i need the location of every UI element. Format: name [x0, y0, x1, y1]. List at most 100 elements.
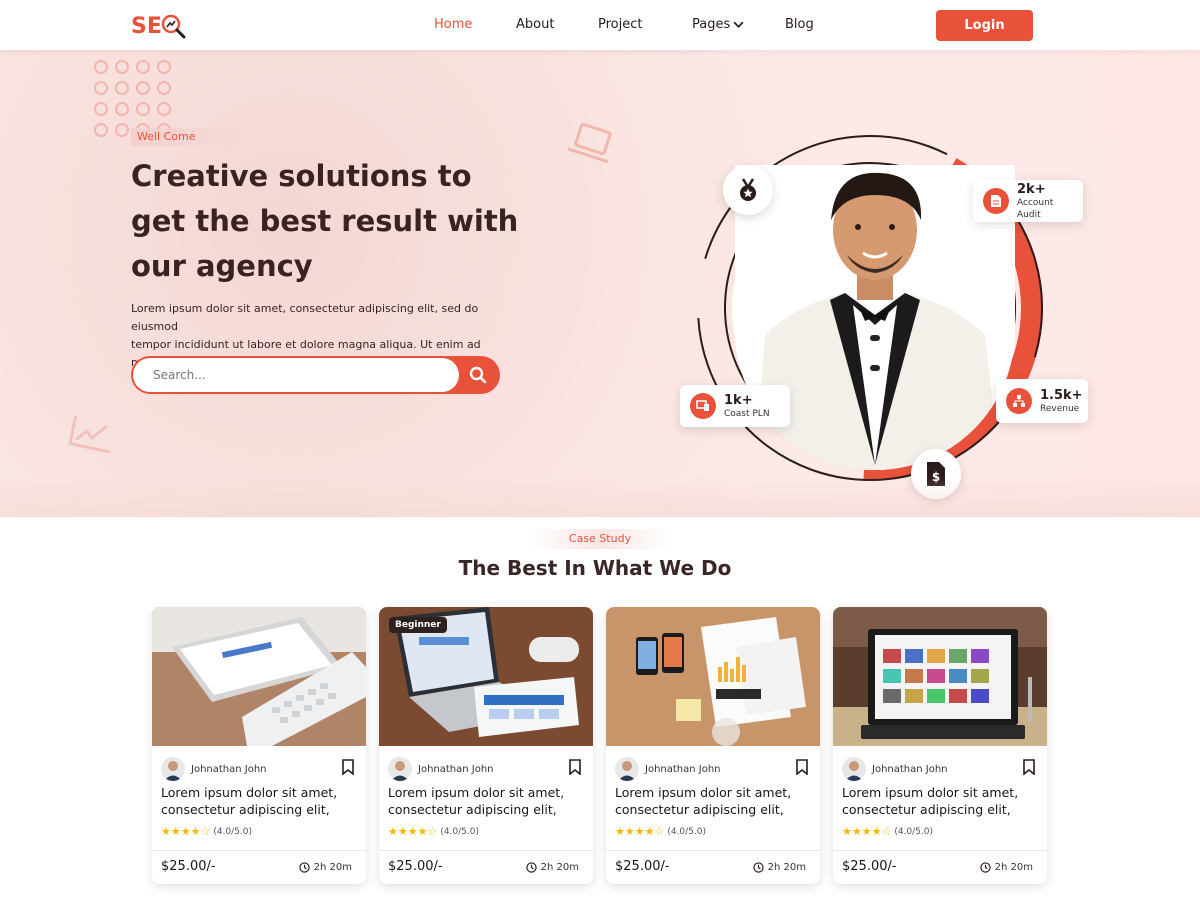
medal-icon: [740, 178, 756, 201]
author-name: Johnathan John: [645, 763, 721, 775]
bookmark-icon[interactable]: [342, 759, 354, 775]
svg-text:$: $: [932, 470, 940, 484]
author-name: Johnathan John: [191, 763, 267, 775]
rating-stars-icon: ★★★★☆: [161, 825, 211, 838]
hero-title-line: our agency: [131, 249, 313, 283]
brand-logo[interactable]: SE: [131, 10, 188, 42]
stat-card-revenue: 1.5k+ Revenue: [996, 379, 1088, 423]
card-title-line: Lorem ipsum dolor sit amet,: [161, 785, 338, 800]
laptop-icon: [567, 122, 612, 164]
author-name: Johnathan John: [418, 763, 494, 775]
top-navbar: SE Home About Project Pages Blog Login: [0, 0, 1200, 50]
bookmark-icon[interactable]: [569, 759, 581, 775]
card-author: Johnathan John: [161, 757, 267, 781]
stat-label: Coast PLN: [724, 408, 770, 419]
card-title[interactable]: Lorem ipsum dolor sit amet, consectetur …: [842, 784, 1038, 818]
network-icon: [1013, 395, 1025, 407]
document-icon: [991, 195, 1001, 207]
rating-stars-icon: ★★★★☆: [615, 825, 665, 838]
card-title-line: consectetur adipiscing elit,: [842, 802, 1011, 817]
card-image-phones-charts: [606, 607, 820, 746]
card-duration: 2h 20m: [979, 862, 1033, 873]
case-card[interactable]: Johnathan John Lorem ipsum dolor sit ame…: [833, 607, 1047, 884]
card-rating: ★★★★☆ (4.0/5.0): [388, 825, 479, 838]
card-image-laptop-screen: [833, 607, 1047, 746]
stat-icon: [1006, 388, 1032, 414]
level-badge: Beginner: [389, 617, 447, 633]
stat-label: Revenue: [1040, 403, 1080, 414]
decorative-dots: [94, 60, 171, 137]
clock-icon: [752, 862, 764, 873]
bookmark-icon[interactable]: [796, 759, 808, 775]
card-rating: ★★★★☆ (4.0/5.0): [615, 825, 706, 838]
card-title-line: consectetur adipiscing elit,: [388, 802, 557, 817]
rating-stars-icon: ★★★★☆: [388, 825, 438, 838]
card-rating: ★★★★☆ (4.0/5.0): [161, 825, 252, 838]
card-price: $25.00/-: [388, 859, 443, 874]
card-title[interactable]: Lorem ipsum dolor sit amet, consectetur …: [388, 784, 584, 818]
card-author: Johnathan John: [615, 757, 721, 781]
search-input[interactable]: [133, 358, 459, 392]
card-title[interactable]: Lorem ipsum dolor sit amet, consectetur …: [615, 784, 811, 818]
stat-value: 1k+: [724, 392, 753, 408]
duration-text: 2h 20m: [313, 862, 352, 873]
card-duration: 2h 20m: [298, 862, 352, 873]
card-image-tablet-keyboard: [152, 607, 366, 746]
stat-card-account-audit: 2k+ Account Audit: [973, 180, 1083, 222]
clock-icon: [979, 862, 991, 873]
rating-text: (4.0/5.0): [667, 826, 706, 837]
stat-icon: [690, 393, 716, 419]
hero-section: Well Come Creative solutions to get the …: [0, 50, 1200, 517]
clock-icon: [298, 862, 310, 873]
medal-badge: [723, 165, 773, 215]
section-tag: Case Study: [530, 529, 670, 549]
nav-about[interactable]: About: [516, 17, 554, 32]
card-title[interactable]: Lorem ipsum dolor sit amet, consectetur …: [161, 784, 357, 818]
card-title-line: Lorem ipsum dolor sit amet,: [842, 785, 1019, 800]
bookmark-icon[interactable]: [1023, 759, 1035, 775]
stat-card-coast-pln: 1k+ Coast PLN: [680, 385, 790, 427]
magnifier-chart-icon: [161, 14, 186, 39]
nav-pages[interactable]: Pages: [692, 17, 744, 32]
card-divider: [379, 850, 593, 851]
rating-text: (4.0/5.0): [894, 826, 933, 837]
hero-title: Creative solutions to get the best resul…: [131, 154, 531, 289]
card-price: $25.00/-: [161, 859, 216, 874]
card-title-line: Lorem ipsum dolor sit amet,: [388, 785, 565, 800]
devices-icon: [696, 400, 709, 411]
hero-title-line: Creative solutions to: [131, 159, 472, 193]
card-author: Johnathan John: [388, 757, 494, 781]
avatar: [161, 757, 185, 781]
nav-home[interactable]: Home: [434, 17, 472, 32]
nav-pages-label: Pages: [692, 17, 731, 32]
hero-description-line: Lorem ipsum dolor sit amet, consectetur …: [131, 302, 479, 333]
card-author: Johnathan John: [842, 757, 948, 781]
clock-icon: [525, 862, 537, 873]
search-bar: [131, 356, 500, 394]
card-duration: 2h 20m: [525, 862, 579, 873]
case-card[interactable]: Johnathan John Lorem ipsum dolor sit ame…: [152, 607, 366, 884]
card-title-line: Lorem ipsum dolor sit amet,: [615, 785, 792, 800]
case-card[interactable]: Beginner Johnathan John Lorem ipsum dolo…: [379, 607, 593, 884]
rating-text: (4.0/5.0): [440, 826, 479, 837]
card-divider: [152, 850, 366, 851]
avatar: [615, 757, 639, 781]
stat-icon: [983, 188, 1009, 214]
hero-tag: Well Come: [131, 128, 251, 146]
nav-blog[interactable]: Blog: [785, 17, 814, 32]
section-title: The Best In What We Do: [458, 556, 732, 580]
growth-chart-icon: [68, 416, 111, 454]
avatar: [388, 757, 412, 781]
card-divider: [606, 850, 820, 851]
search-button[interactable]: [461, 360, 495, 390]
card-price: $25.00/-: [615, 859, 670, 874]
invoice-badge: $: [911, 449, 961, 499]
duration-text: 2h 20m: [767, 862, 806, 873]
stat-label: Account Audit: [1017, 197, 1054, 220]
case-card[interactable]: Johnathan John Lorem ipsum dolor sit ame…: [606, 607, 820, 884]
author-name: Johnathan John: [872, 763, 948, 775]
nav-project[interactable]: Project: [598, 17, 642, 32]
card-title-line: consectetur adipiscing elit,: [161, 802, 330, 817]
stat-value: 2k+: [1017, 181, 1046, 197]
login-button[interactable]: Login: [936, 10, 1033, 41]
